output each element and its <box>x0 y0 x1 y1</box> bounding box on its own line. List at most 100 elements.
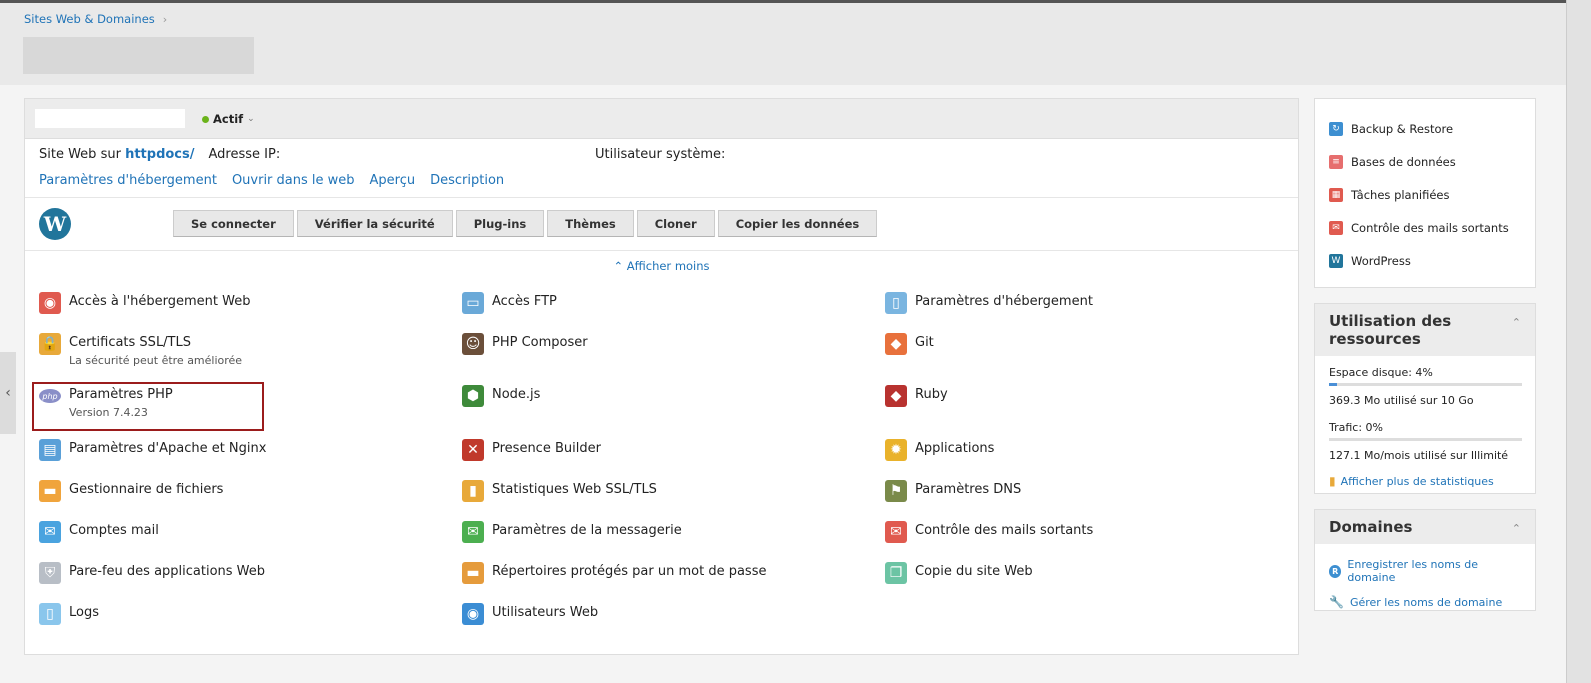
lock-icon: 🔒 <box>39 333 61 355</box>
wp-plugins-button[interactable]: Plug-ins <box>455 210 545 237</box>
tool-item[interactable]: ◉ Accès à l'hébergement Web <box>39 292 251 314</box>
tool-item[interactable]: ▯ Paramètres d'hébergement <box>885 292 1093 314</box>
breadcrumb-separator-icon: › <box>162 12 168 26</box>
tool-item[interactable]: ⬢ Node.js <box>462 385 540 407</box>
copy-icon: ❐ <box>885 562 907 584</box>
chevron-up-icon[interactable]: ⌃ <box>1512 520 1521 538</box>
composer-icon: ☺ <box>462 333 484 355</box>
side-quick-link[interactable]: ✉ Contrôle des mails sortants <box>1315 211 1535 244</box>
side-quick-link[interactable]: ▦ Tâches planifiées <box>1315 178 1535 211</box>
wp-login-button[interactable]: Se connecter <box>173 210 294 237</box>
tool-item[interactable]: ✕ Presence Builder <box>462 439 601 461</box>
traffic-detail: 127.1 Mo/mois utilisé sur Illimité <box>1329 449 1509 462</box>
tools-icon: ✕ <box>462 439 484 461</box>
page-title-redacted <box>23 37 254 74</box>
tool-item[interactable]: ▮ Statistiques Web SSL/TLS <box>462 480 657 502</box>
tool-item[interactable]: ❐ Copie du site Web <box>885 562 1033 584</box>
wordpress-icon: W <box>39 208 71 240</box>
tool-label: Répertoires protégés par un mot de passe <box>492 564 767 579</box>
right-scroll-edge[interactable] <box>1566 0 1591 683</box>
tool-item[interactable]: ▬ Répertoires protégés par un mot de pass… <box>462 562 767 584</box>
resources-card: Utilisation des ressources ⌃ Espace disq… <box>1314 303 1536 494</box>
side-quick-link[interactable]: ↻ Backup & Restore <box>1315 112 1535 145</box>
description-link[interactable]: Description <box>430 173 504 188</box>
tool-item[interactable]: ⛨ Pare-feu des applications Web <box>39 562 265 584</box>
tool-item[interactable]: ✉ Contrôle des mails sortants <box>885 521 1093 543</box>
domains-title: Domaines <box>1329 518 1413 536</box>
mail-icon: ✉ <box>39 521 61 543</box>
chevron-up-icon[interactable]: ⌃ <box>1512 314 1521 332</box>
side-quick-link-label: Bases de données <box>1351 154 1456 169</box>
tool-label: Paramètres d'Apache et Nginx <box>69 441 267 456</box>
manage-domains-link[interactable]: 🔧 Gérer les noms de domaine <box>1329 595 1521 609</box>
tool-label: Paramètres d'hébergement <box>915 294 1093 309</box>
tool-label: Git <box>915 335 934 350</box>
disk-usage-bar <box>1329 383 1522 386</box>
system-user-label: Utilisateur système: <box>595 147 726 162</box>
open-in-web-link[interactable]: Ouvrir dans le web <box>232 173 355 188</box>
more-stats-link[interactable]: ▮ Afficher plus de statistiques <box>1329 474 1521 488</box>
subscription-links: Paramètres d'hébergement Ouvrir dans le … <box>39 173 504 188</box>
hosting-settings-link[interactable]: Paramètres d'hébergement <box>39 173 217 188</box>
tool-item[interactable]: ▬ Gestionnaire de fichiers <box>39 480 224 502</box>
collapse-sidebar-button[interactable]: ‹ <box>0 352 16 434</box>
tool-item[interactable]: ☺ PHP Composer <box>462 333 588 355</box>
tool-item[interactable]: ✉ Comptes mail <box>39 521 159 543</box>
tool-label: Accès à l'hébergement Web <box>69 294 251 309</box>
tool-label: Paramètres DNS <box>915 482 1022 497</box>
globe-icon: ◉ <box>39 292 61 314</box>
tool-item[interactable]: ✉ Paramètres de la messagerie <box>462 521 682 543</box>
breadcrumb-sites-link[interactable]: Sites Web & Domaines <box>24 12 155 26</box>
domains-card: Domaines ⌃ R Enregistrer les noms de dom… <box>1314 509 1536 611</box>
tool-item[interactable]: php Paramètres PHP Version 7.4.23 <box>39 387 173 419</box>
tool-item[interactable]: ▤ Paramètres d'Apache et Nginx <box>39 439 267 461</box>
site-info: Site Web sur httpdocs/ Adresse IP: <box>39 147 280 162</box>
side-quick-link[interactable]: W WordPress <box>1315 244 1535 277</box>
httpdocs-link[interactable]: httpdocs/ <box>125 147 194 162</box>
server-icon: ▤ <box>39 439 61 461</box>
wp-check-security-button[interactable]: Vérifier la sécurité <box>296 210 453 237</box>
wp-copy-data-button[interactable]: Copier les données <box>717 210 878 237</box>
resources-header[interactable]: Utilisation des ressources ⌃ <box>1315 304 1535 356</box>
database-icon: ≡ <box>1329 154 1343 169</box>
tool-item[interactable]: ◆ Ruby <box>885 385 948 407</box>
tool-label: Accès FTP <box>492 294 557 309</box>
mail-settings-icon: ✉ <box>462 521 484 543</box>
disk-usage-fill <box>1329 383 1337 386</box>
domain-name-redacted <box>35 109 185 128</box>
status-label: Actif <box>213 112 244 126</box>
tool-sublabel: Version 7.4.23 <box>69 406 148 419</box>
more-stats-label: Afficher plus de statistiques <box>1340 474 1494 488</box>
wordpress-icon: W <box>1329 253 1343 268</box>
tool-label: Comptes mail <box>69 523 159 538</box>
wp-clone-button[interactable]: Cloner <box>636 210 715 237</box>
status-dropdown[interactable]: Actif ⌄ <box>202 112 255 126</box>
tool-label: PHP Composer <box>492 335 588 350</box>
page-header: Sites Web & Domaines › <box>0 3 1566 85</box>
tool-item[interactable]: ◆ Git <box>885 333 934 355</box>
register-domains-label: Enregistrer les noms de domaine <box>1347 558 1478 584</box>
tool-item[interactable]: ▭ Accès FTP <box>462 292 557 314</box>
ip-label: Adresse IP: <box>208 147 281 162</box>
register-domains-link[interactable]: R Enregistrer les noms de domaine <box>1329 558 1521 584</box>
tool-sublabel: La sécurité peut être améliorée <box>69 354 243 367</box>
tool-label: Paramètres de la messagerie <box>492 523 682 538</box>
tool-item[interactable]: ⚑ Paramètres DNS <box>885 480 1022 502</box>
register-icon: R <box>1329 564 1342 578</box>
wordpress-toolbar: W Se connecter Vérifier la sécurité Plug… <box>25 197 1298 251</box>
domains-header[interactable]: Domaines ⌃ <box>1315 510 1535 544</box>
preview-link[interactable]: Aperçu <box>370 173 416 188</box>
side-quick-link[interactable]: ≡ Bases de données <box>1315 145 1535 178</box>
tool-item[interactable]: ◉ Utilisateurs Web <box>462 603 599 625</box>
web-users-icon: ◉ <box>462 603 484 625</box>
breadcrumb: Sites Web & Domaines › <box>24 12 167 26</box>
tool-label: Utilisateurs Web <box>492 605 599 620</box>
tool-item[interactable]: 🔒 Certificats SSL/TLS La sécurité peut êtr… <box>39 333 243 367</box>
status-dot-icon <box>202 115 209 123</box>
wp-themes-button[interactable]: Thèmes <box>547 210 634 237</box>
tool-label: Gestionnaire de fichiers <box>69 482 224 497</box>
tool-item[interactable]: ▯ Logs <box>39 603 99 625</box>
ruby-icon: ◆ <box>885 385 907 407</box>
show-less-link[interactable]: ⌃ Afficher moins <box>25 259 1298 273</box>
tool-item[interactable]: ✹ Applications <box>885 439 994 461</box>
